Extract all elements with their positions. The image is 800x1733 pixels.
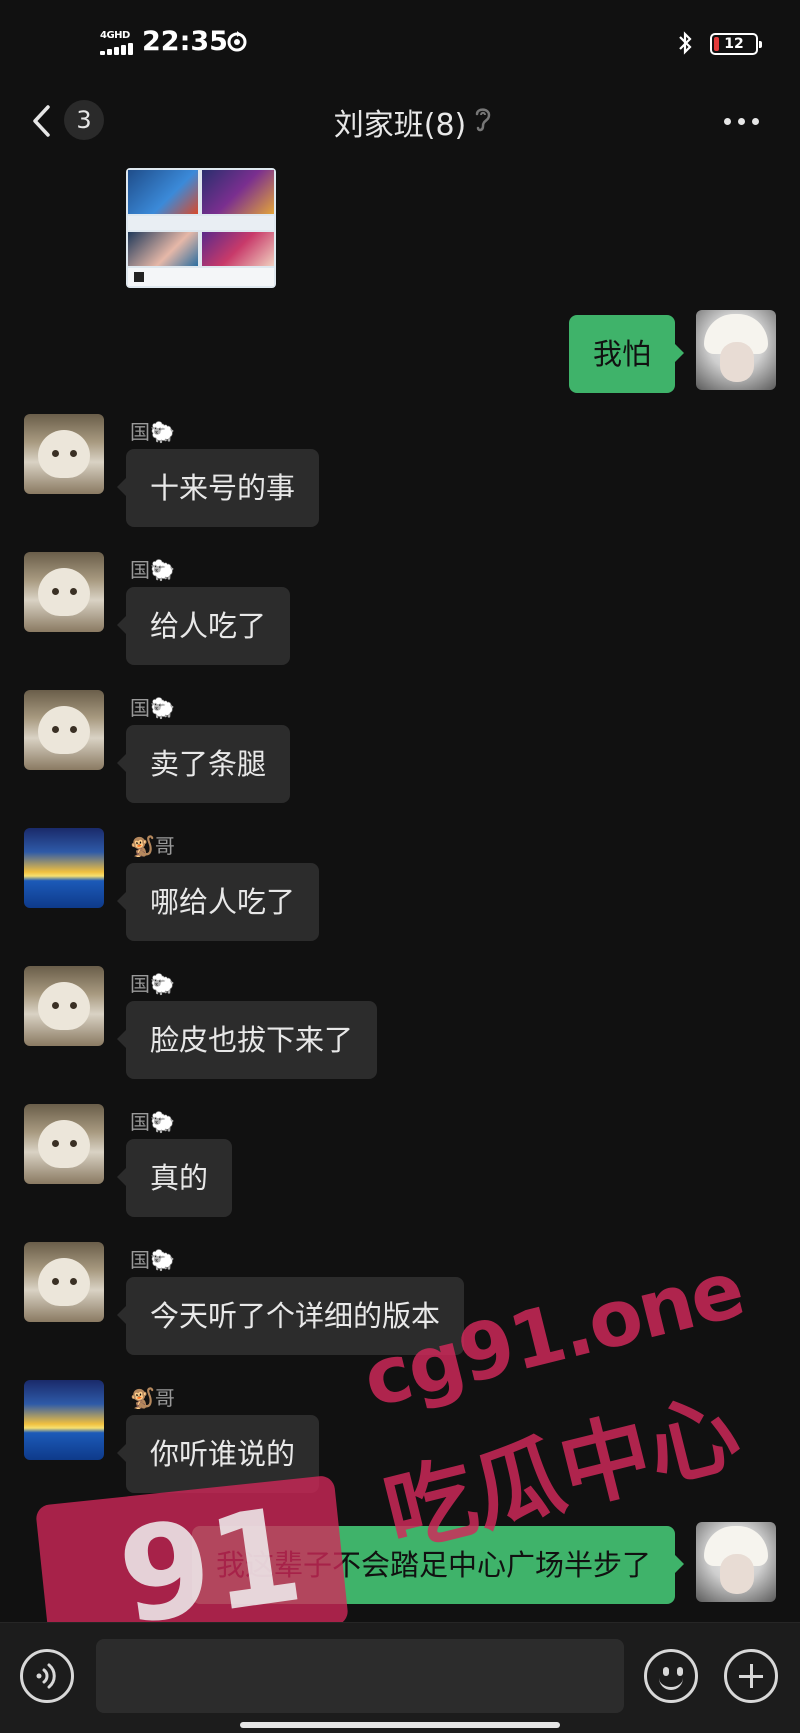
message-row: 国🐑 十来号的事 <box>0 414 800 534</box>
sender-name: 国🐑 <box>130 972 175 996</box>
more-button[interactable] <box>720 108 764 132</box>
back-arrow-icon <box>33 105 50 137</box>
message-row: 国🐑 卖了条腿 <box>0 690 800 810</box>
back-button[interactable]: 3 <box>30 98 110 144</box>
sender-name: 🐒哥 <box>130 834 175 858</box>
avatar[interactable] <box>24 966 104 1046</box>
clock: 22:35 <box>142 26 228 57</box>
avatar[interactable] <box>24 1104 104 1184</box>
plus-button[interactable] <box>724 1649 778 1703</box>
message-row: 国🐑 今天听了个详细的版本 <box>0 1242 800 1362</box>
battery-icon: 12 <box>710 33 762 55</box>
message-row: 🐒哥 你听谁说的 <box>0 1380 800 1500</box>
avatar[interactable] <box>24 690 104 770</box>
message-bubble[interactable]: 真的 <box>116 1139 233 1217</box>
message-bubble[interactable]: 我这辈子不会踏足中心广场半步了 <box>191 1526 685 1604</box>
message-bubble[interactable]: 你听谁说的 <box>116 1415 320 1493</box>
message-row: 我这辈子不会踏足中心广场半步了 <box>0 1522 800 1612</box>
message-bubble[interactable]: 哪给人吃了 <box>116 863 320 941</box>
message-list[interactable]: 我怕 国🐑 十来号的事 国🐑 给人吃了 国🐑 卖了条腿 🐒哥 哪给人吃了 国🐑 … <box>0 152 800 1622</box>
message-bubble[interactable]: 脸皮也拔下来了 <box>116 1001 378 1079</box>
bluetooth-icon <box>679 31 692 55</box>
avatar[interactable] <box>24 552 104 632</box>
status-bar: 4GHD 22:35 12 <box>0 0 800 90</box>
network-type: 4GHD <box>100 30 130 41</box>
message-bubble[interactable]: 今天听了个详细的版本 <box>116 1277 465 1355</box>
unread-count-badge: 3 <box>64 100 104 140</box>
emoji-button[interactable] <box>644 1649 698 1703</box>
sync-icon <box>227 31 247 52</box>
home-indicator[interactable] <box>240 1722 560 1728</box>
signal-icon: 4GHD <box>100 30 136 56</box>
battery-level: 12 <box>724 36 744 52</box>
earpiece-icon <box>475 108 491 132</box>
voice-icon <box>36 1663 56 1689</box>
shared-image-message[interactable] <box>126 168 276 288</box>
message-row: 我怕 <box>0 310 800 400</box>
message-bubble[interactable]: 我怕 <box>568 315 685 393</box>
sender-name: 🐒哥 <box>130 1386 175 1410</box>
chat-header: 3 刘家班(8) <box>0 90 800 152</box>
avatar[interactable] <box>24 1380 104 1460</box>
avatar[interactable] <box>24 1242 104 1322</box>
avatar[interactable] <box>24 828 104 908</box>
avatar[interactable] <box>696 1522 776 1602</box>
message-row: 国🐑 脸皮也拔下来了 <box>0 966 800 1086</box>
chat-title[interactable]: 刘家班(8) <box>200 100 600 144</box>
message-bubble[interactable]: 卖了条腿 <box>116 725 291 803</box>
avatar[interactable] <box>696 310 776 390</box>
message-bubble[interactable]: 给人吃了 <box>116 587 291 665</box>
message-bubble[interactable]: 十来号的事 <box>116 449 320 527</box>
message-row: 国🐑 真的 <box>0 1104 800 1224</box>
sender-name: 国🐑 <box>130 1248 175 1272</box>
message-input[interactable] <box>96 1639 624 1713</box>
avatar[interactable] <box>24 414 104 494</box>
input-bar <box>0 1622 800 1733</box>
sender-name: 国🐑 <box>130 558 175 582</box>
message-row: 国🐑 给人吃了 <box>0 552 800 672</box>
sender-name: 国🐑 <box>130 420 175 444</box>
voice-button[interactable] <box>20 1649 74 1703</box>
message-row: 🐒哥 哪给人吃了 <box>0 828 800 948</box>
sender-name: 国🐑 <box>130 696 175 720</box>
sender-name: 国🐑 <box>130 1110 175 1134</box>
